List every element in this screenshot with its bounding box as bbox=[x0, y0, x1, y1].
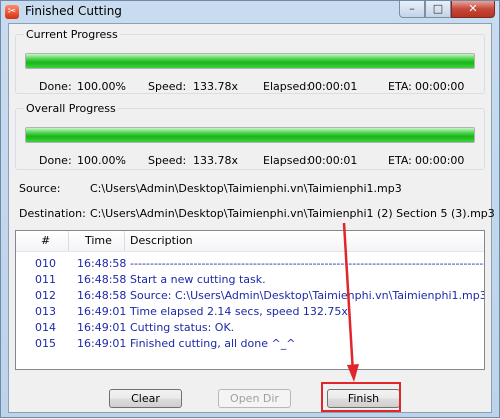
current-progress-group: Current Progress Done: 100.00% Speed: 13… bbox=[15, 28, 485, 94]
log-row[interactable]: 013 16:49:01 Time elapsed 2.14 secs, spe… bbox=[16, 305, 484, 320]
log-description: Time elapsed 2.14 secs, speed 132.75x. bbox=[130, 305, 352, 318]
overall-progress-label: Overall Progress bbox=[24, 102, 118, 115]
log-number: 015 bbox=[35, 337, 56, 350]
overall-eta-label: ETA: bbox=[388, 154, 412, 167]
log-description: Cutting status: OK. bbox=[130, 321, 235, 334]
column-divider[interactable] bbox=[124, 231, 125, 251]
log-row[interactable]: 014 16:49:01 Cutting status: OK. bbox=[16, 321, 484, 336]
destination-label: Destination: bbox=[19, 207, 86, 220]
title-bar[interactable]: ✂ Finished Cutting – □ ✕ bbox=[1, 1, 499, 23]
log-number: 010 bbox=[35, 257, 56, 270]
destination-path: C:\Users\Admin\Desktop\Taimienphi.vn\Tai… bbox=[90, 207, 495, 220]
current-eta-value: 00:00:00 bbox=[415, 80, 465, 93]
current-progress-bar bbox=[25, 53, 475, 69]
current-done-value: 100.00% bbox=[77, 80, 126, 93]
column-header-number[interactable]: # bbox=[41, 234, 50, 247]
minimize-button[interactable]: – bbox=[399, 1, 425, 18]
current-speed-label: Speed: bbox=[148, 80, 187, 93]
overall-eta-value: 00:00:00 bbox=[415, 154, 465, 167]
log-row[interactable]: 015 16:49:01 Finished cutting, all done … bbox=[16, 337, 484, 352]
log-row[interactable]: 011 16:48:58 Start a new cutting task. bbox=[16, 273, 484, 288]
dialog-body: Current Progress Done: 100.00% Speed: 13… bbox=[8, 23, 495, 413]
overall-done-label: Done: bbox=[39, 154, 72, 167]
current-progress-fill bbox=[26, 54, 474, 68]
current-elapsed-label: Elapsed: bbox=[263, 80, 310, 93]
log-list[interactable]: # Time Description 010 16:48:58 --------… bbox=[15, 230, 485, 370]
source-path: C:\Users\Admin\Desktop\Taimienphi.vn\Tai… bbox=[90, 182, 402, 195]
log-number: 011 bbox=[35, 273, 56, 286]
log-time: 16:49:01 bbox=[77, 305, 127, 318]
log-time: 16:49:01 bbox=[77, 321, 127, 334]
log-row[interactable]: 012 16:48:58 Source: C:\Users\Admin\Desk… bbox=[16, 289, 484, 304]
column-header-time[interactable]: Time bbox=[85, 234, 112, 247]
app-icon: ✂ bbox=[5, 5, 19, 19]
overall-progress-bar bbox=[25, 127, 475, 143]
current-eta-label: ETA: bbox=[388, 80, 412, 93]
window-title: Finished Cutting bbox=[25, 4, 122, 18]
log-description: Finished cutting, all done ^_^ bbox=[130, 337, 296, 350]
log-time: 16:48:58 bbox=[77, 273, 127, 286]
log-time: 16:49:01 bbox=[77, 337, 127, 350]
finished-cutting-dialog: ✂ Finished Cutting – □ ✕ Current Progres… bbox=[0, 0, 500, 418]
log-number: 014 bbox=[35, 321, 56, 334]
current-elapsed-value: 00:00:01 bbox=[308, 80, 358, 93]
open-dir-button: Open Dir bbox=[218, 389, 291, 408]
column-header-description[interactable]: Description bbox=[130, 234, 193, 247]
log-time: 16:48:58 bbox=[77, 289, 127, 302]
log-number: 012 bbox=[35, 289, 56, 302]
overall-done-value: 100.00% bbox=[77, 154, 126, 167]
overall-progress-group: Overall Progress Done: 100.00% Speed: 13… bbox=[15, 102, 485, 170]
window-controls: – □ ✕ bbox=[399, 1, 495, 19]
clear-button[interactable]: Clear bbox=[109, 389, 182, 408]
current-speed-value: 133.78x bbox=[193, 80, 238, 93]
log-number: 013 bbox=[35, 305, 56, 318]
overall-speed-value: 133.78x bbox=[193, 154, 238, 167]
overall-speed-label: Speed: bbox=[148, 154, 187, 167]
overall-progress-fill bbox=[26, 128, 474, 142]
overall-elapsed-label: Elapsed: bbox=[263, 154, 310, 167]
log-header: # Time Description bbox=[16, 231, 484, 252]
log-description: Start a new cutting task. bbox=[130, 273, 266, 286]
current-done-label: Done: bbox=[39, 80, 72, 93]
finish-highlight-box bbox=[321, 382, 401, 412]
source-label: Source: bbox=[19, 182, 61, 195]
log-description: ----------------------------------------… bbox=[130, 257, 484, 270]
close-button[interactable]: ✕ bbox=[451, 1, 495, 18]
current-progress-label: Current Progress bbox=[24, 28, 120, 41]
log-row[interactable]: 010 16:48:58 ---------------------------… bbox=[16, 257, 484, 272]
maximize-button[interactable]: □ bbox=[425, 1, 451, 18]
column-divider[interactable] bbox=[68, 231, 69, 251]
log-description: Source: C:\Users\Admin\Desktop\Taimienph… bbox=[130, 289, 485, 302]
overall-elapsed-value: 00:00:01 bbox=[308, 154, 358, 167]
log-time: 16:48:58 bbox=[77, 257, 127, 270]
